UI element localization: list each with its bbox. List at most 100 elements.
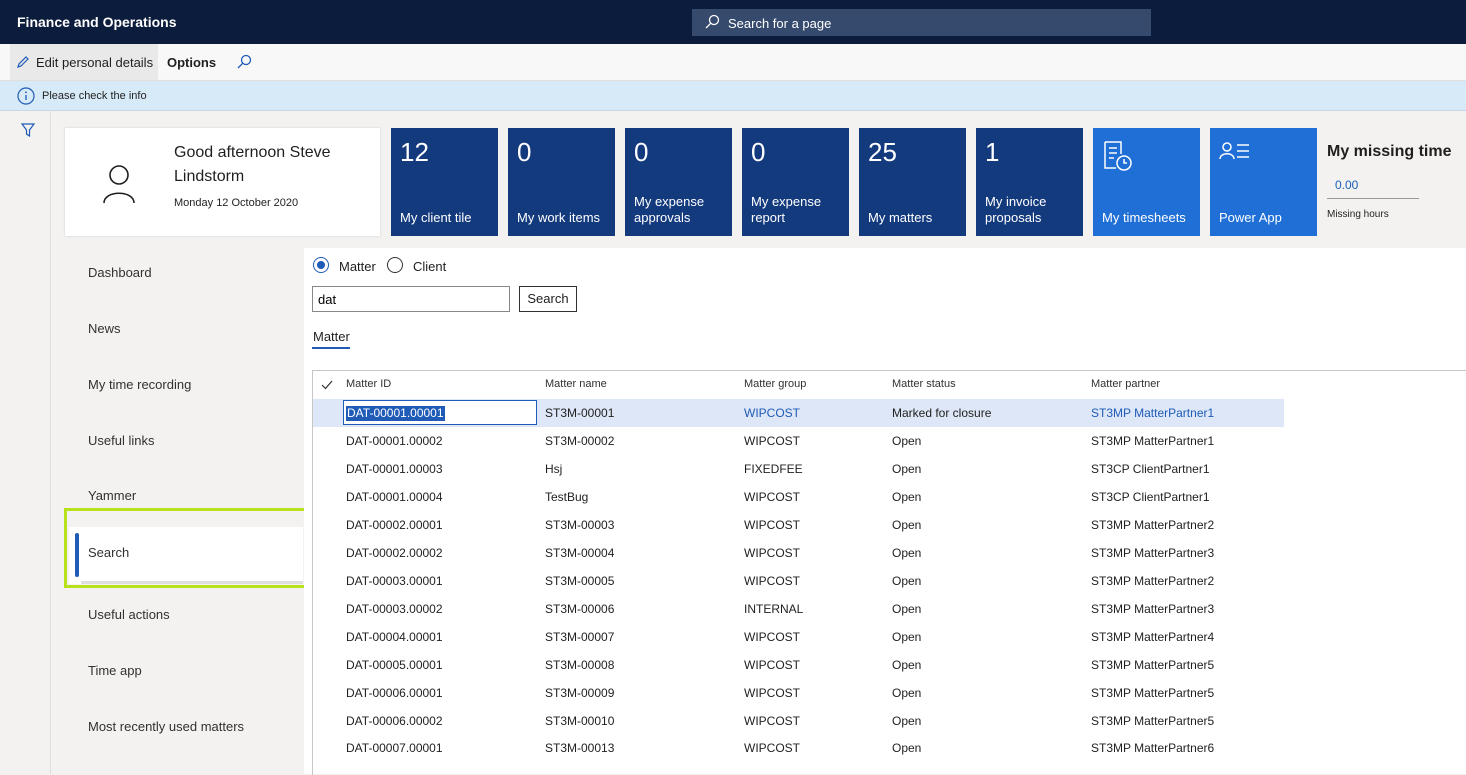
active-cell[interactable]: DAT-00001.00001 bbox=[343, 400, 537, 425]
tile-count: 25 bbox=[868, 137, 897, 167]
search-button[interactable]: Search bbox=[519, 286, 577, 312]
greeting-text: Good afternoon Steve Lindstorm bbox=[174, 144, 331, 185]
column-header-matter-name[interactable]: Matter name bbox=[545, 371, 607, 397]
column-header-matter-partner[interactable]: Matter partner bbox=[1091, 371, 1160, 397]
cell-matter-group: WIPCOST bbox=[744, 658, 800, 672]
tile-count: 0 bbox=[751, 137, 766, 167]
missing-hours-label: Missing hours bbox=[1327, 209, 1389, 220]
table-row[interactable]: DAT-00001.00001 ST3M-00001 WIPCOST Marke… bbox=[313, 399, 1284, 427]
radio-client[interactable] bbox=[387, 257, 403, 273]
cell-matter-status: Open bbox=[892, 490, 922, 504]
filter-icon[interactable] bbox=[21, 123, 35, 137]
tile-label: My invoice proposals bbox=[985, 194, 1047, 225]
timesheet-icon bbox=[1104, 141, 1132, 171]
options-button[interactable]: Options bbox=[167, 44, 216, 80]
table-row[interactable]: DAT-00005.00001 ST3M-00008 WIPCOST Open … bbox=[313, 651, 1284, 679]
cell-matter-partner: ST3MP MatterPartner3 bbox=[1091, 546, 1215, 560]
cell-matter-id: DAT-00003.00001 bbox=[346, 574, 443, 588]
search-icon bbox=[705, 14, 720, 29]
nav-item-useful-actions[interactable]: Useful actions bbox=[69, 590, 303, 638]
cell-matter-partner: ST3MP MatterPartner5 bbox=[1091, 658, 1215, 672]
tile-label: My expense approvals bbox=[634, 194, 705, 225]
cell-matter-id: DAT-00001.00004 bbox=[346, 490, 443, 504]
cell-matter-partner: ST3MP MatterPartner4 bbox=[1091, 630, 1215, 644]
nav-item-yammer[interactable]: Yammer bbox=[69, 471, 303, 519]
cell-matter-group: WIPCOST bbox=[744, 714, 800, 728]
cell-matter-status: Open bbox=[892, 434, 922, 448]
tile-my-timesheets[interactable]: My timesheets bbox=[1093, 128, 1200, 236]
nav-item-search[interactable]: Search bbox=[69, 527, 303, 584]
search-input[interactable] bbox=[312, 286, 510, 312]
cell-matter-name: ST3M-00005 bbox=[545, 574, 615, 588]
tile-my-client[interactable]: 12 My client tile bbox=[391, 128, 498, 236]
nav-item-recent-matters[interactable]: Most recently used matters bbox=[69, 702, 303, 750]
cell-matter-id: DAT-00004.00001 bbox=[346, 630, 443, 644]
select-all-checkmark-icon[interactable] bbox=[321, 380, 333, 390]
cell-matter-group[interactable]: WIPCOST bbox=[744, 399, 800, 427]
radio-matter-label: Matter bbox=[339, 259, 376, 274]
cell-matter-status: Open bbox=[892, 686, 922, 700]
nav-item-my-time-recording[interactable]: My time recording bbox=[69, 360, 303, 408]
nav-item-news[interactable]: News bbox=[69, 304, 303, 352]
tile-my-expense-report[interactable]: 0 My expense report bbox=[742, 128, 849, 236]
pencil-icon bbox=[17, 56, 29, 68]
cell-matter-id: DAT-00005.00001 bbox=[346, 658, 443, 672]
cell-matter-group: WIPCOST bbox=[744, 546, 800, 560]
column-header-matter-id[interactable]: Matter ID bbox=[346, 371, 391, 397]
tile-label: My matters bbox=[868, 210, 933, 225]
table-row[interactable]: DAT-00004.00001 ST3M-00007 WIPCOST Open … bbox=[313, 623, 1284, 651]
nav-item-dashboard[interactable]: Dashboard bbox=[69, 248, 303, 296]
missing-hours-value[interactable]: 0.00 bbox=[1335, 178, 1358, 192]
column-header-matter-status[interactable]: Matter status bbox=[892, 371, 956, 397]
cell-matter-partner: ST3CP ClientPartner1 bbox=[1091, 490, 1210, 504]
nav-item-label: News bbox=[88, 321, 121, 336]
contact-list-icon bbox=[1219, 142, 1249, 160]
missing-hours-divider bbox=[1327, 198, 1419, 199]
table-row[interactable]: DAT-00002.00001 ST3M-00003 WIPCOST Open … bbox=[313, 511, 1284, 539]
table-row[interactable]: DAT-00001.00004 TestBug WIPCOST Open ST3… bbox=[313, 483, 1284, 511]
cell-matter-partner[interactable]: ST3MP MatterPartner1 bbox=[1091, 399, 1214, 427]
missing-time-title: My missing time bbox=[1327, 143, 1452, 160]
cell-matter-group: WIPCOST bbox=[744, 490, 800, 504]
nav-item-time-app[interactable]: Time app bbox=[69, 646, 303, 694]
info-bar: Please check the info bbox=[0, 81, 1466, 111]
column-header-matter-group[interactable]: Matter group bbox=[744, 371, 806, 397]
cell-matter-group: WIPCOST bbox=[744, 518, 800, 532]
table-row[interactable]: DAT-00007.00001 ST3M-00013 WIPCOST Open … bbox=[313, 734, 1284, 762]
table-row[interactable]: DAT-00003.00001 ST3M-00005 WIPCOST Open … bbox=[313, 567, 1284, 595]
nav-item-label: Most recently used matters bbox=[88, 719, 245, 734]
table-row[interactable]: DAT-00006.00002 ST3M-00010 WIPCOST Open … bbox=[313, 707, 1284, 735]
cell-matter-partner: ST3MP MatterPartner2 bbox=[1091, 574, 1215, 588]
nav-item-label: Useful actions bbox=[88, 607, 170, 622]
cell-matter-id: DAT-00002.00001 bbox=[346, 518, 443, 532]
radio-matter[interactable] bbox=[313, 257, 329, 273]
action-search-button[interactable] bbox=[236, 44, 256, 80]
table-row[interactable]: DAT-00001.00002 ST3M-00002 WIPCOST Open … bbox=[313, 427, 1284, 455]
search-panel: Matter Client Search Matter Matter ID Ma… bbox=[304, 248, 1466, 775]
tile-my-expense-approvals[interactable]: 0 My expense approvals bbox=[625, 128, 732, 236]
cell-matter-status: Open bbox=[892, 518, 922, 532]
page-search-placeholder: Search for a page bbox=[728, 16, 832, 31]
page-search-box[interactable]: Search for a page bbox=[692, 9, 1151, 36]
table-row[interactable]: DAT-00001.00003 Hsj FIXEDFEE Open ST3CP … bbox=[313, 455, 1284, 483]
cell-matter-name: ST3M-00002 bbox=[545, 434, 615, 448]
cell-matter-partner: ST3MP MatterPartner1 bbox=[1091, 434, 1215, 448]
tile-my-work-items[interactable]: 0 My work items bbox=[508, 128, 615, 236]
greeting-date: Monday 12 October 2020 bbox=[174, 197, 299, 209]
tab-matter[interactable]: Matter bbox=[313, 329, 350, 344]
tile-power-app[interactable]: Power App bbox=[1210, 128, 1317, 236]
table-row[interactable]: DAT-00002.00002 ST3M-00004 WIPCOST Open … bbox=[313, 539, 1284, 567]
cell-matter-status: Open bbox=[892, 602, 922, 616]
tile-my-invoice-proposals[interactable]: 1 My invoice proposals bbox=[976, 128, 1083, 236]
cell-matter-id: DAT-00006.00002 bbox=[346, 714, 443, 728]
tile-label: My timesheets bbox=[1102, 210, 1186, 225]
cell-matter-id: DAT-00001.00003 bbox=[346, 462, 443, 476]
nav-item-useful-links[interactable]: Useful links bbox=[69, 416, 303, 464]
table-row[interactable]: DAT-00003.00002 ST3M-00006 INTERNAL Open… bbox=[313, 595, 1284, 623]
edit-personal-details-button[interactable]: Edit personal details bbox=[10, 44, 158, 80]
tile-my-matters[interactable]: 25 My matters bbox=[859, 128, 966, 236]
tile-count: 1 bbox=[985, 137, 1000, 167]
table-row[interactable]: DAT-00006.00001 ST3M-00009 WIPCOST Open … bbox=[313, 679, 1284, 707]
cell-matter-name: ST3M-00010 bbox=[545, 714, 615, 728]
cell-matter-group: WIPCOST bbox=[744, 574, 800, 588]
